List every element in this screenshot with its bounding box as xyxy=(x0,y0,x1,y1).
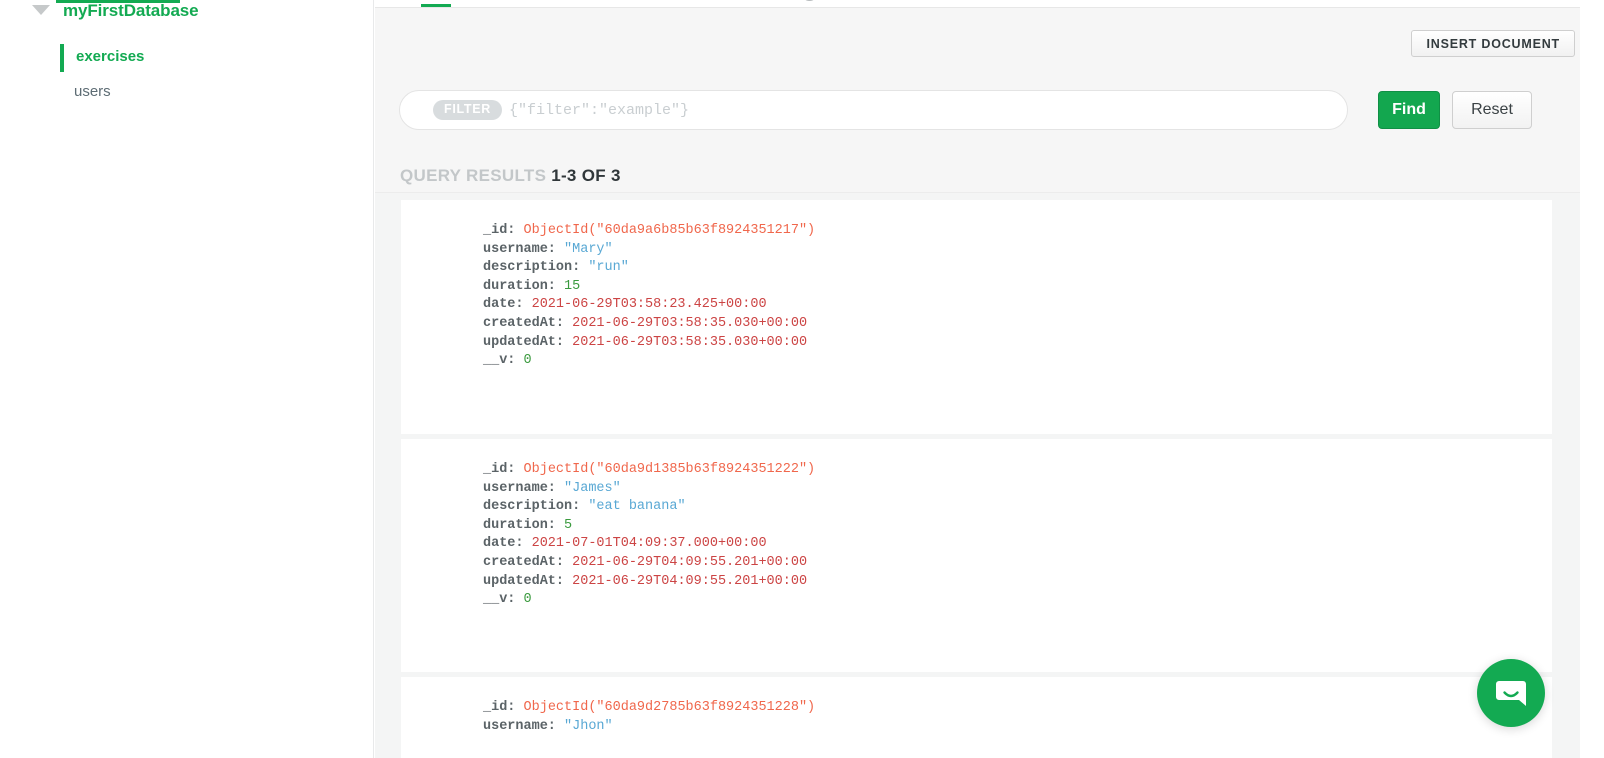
find-button[interactable]: Find xyxy=(1378,91,1440,129)
query-results-label: QUERY RESULTS xyxy=(400,166,547,185)
tab-schema-anti-patterns[interactable]: Schema Anti-Patterns0 xyxy=(647,0,818,7)
chat-bubble-icon xyxy=(1496,681,1526,706)
field-key: _id: xyxy=(483,462,524,477)
reset-button[interactable]: Reset xyxy=(1452,91,1532,129)
field-key: description: xyxy=(483,260,589,276)
query-results-header: QUERY RESULTS 1-3 OF 3 xyxy=(400,166,621,186)
field-key: updatedAt: xyxy=(483,334,573,350)
field-key: createdAt: xyxy=(483,554,573,570)
field-key: _id: xyxy=(483,223,524,238)
document-field: username: "Mary" xyxy=(483,241,1552,260)
document-field: username: "James" xyxy=(483,480,1552,499)
field-key: username: xyxy=(483,480,565,496)
document-card[interactable]: _id: ObjectId("60da9a6b85b63f8924351217"… xyxy=(401,200,1552,434)
field-key: createdAt: xyxy=(483,315,573,331)
field-key: username: xyxy=(483,241,565,257)
chevron-down-icon[interactable] xyxy=(32,5,50,15)
database-name: myFirstDatabase xyxy=(63,1,199,20)
field-key: date: xyxy=(483,297,532,313)
field-value: 0 xyxy=(523,592,532,608)
field-key: duration: xyxy=(483,517,565,533)
document-field: _id: ObjectId("60da9d2785b63f8924351228"… xyxy=(483,699,1552,718)
field-value: 2021-06-29T04:09:55.201+00:00 xyxy=(572,573,808,589)
field-value: 2021-07-01T04:09:37.000+00:00 xyxy=(531,536,767,552)
document-field: date: 2021-06-29T03:58:23.425+00:00 xyxy=(483,296,1552,315)
document-field: __v: 0 xyxy=(483,591,1552,610)
document-field: createdAt: 2021-06-29T03:58:35.030+00:00 xyxy=(483,315,1552,334)
document-field: createdAt: 2021-06-29T04:09:55.201+00:00 xyxy=(483,554,1552,573)
collection-tabs: Find Indexes Schema Anti-Patterns0 Aggre… xyxy=(375,0,1580,8)
field-value: "Jhon" xyxy=(564,718,613,734)
field-value: 5 xyxy=(564,517,573,533)
field-value: ObjectId("60da9a6b85b63f8924351217") xyxy=(523,223,816,238)
field-value: "run" xyxy=(588,260,629,276)
document-field: _id: ObjectId("60da9a6b85b63f8924351217"… xyxy=(483,222,1552,241)
field-value: 15 xyxy=(564,278,581,294)
query-results-count: 1-3 OF 3 xyxy=(551,166,621,185)
field-value: 2021-06-29T03:58:35.030+00:00 xyxy=(572,315,808,331)
query-bar-region: INSERT DOCUMENT FILTER Find Reset QUERY … xyxy=(375,8,1580,193)
document-field: duration: 15 xyxy=(483,278,1552,297)
data-explorer-page: myFirstDatabase exercises users Find Ind… xyxy=(0,0,1604,758)
database-row[interactable]: myFirstDatabase xyxy=(0,0,374,26)
sidebar-item-users[interactable]: users xyxy=(74,83,111,100)
documents-list[interactable]: _id: ObjectId("60da9a6b85b63f8924351217"… xyxy=(375,193,1580,758)
field-value: "eat banana" xyxy=(588,499,686,515)
support-chat-launcher[interactable] xyxy=(1477,659,1545,727)
field-value: ObjectId("60da9d2785b63f8924351228") xyxy=(523,700,816,715)
vertical-scrollbar[interactable] xyxy=(1580,0,1604,758)
field-key: username: xyxy=(483,718,565,734)
document-field: date: 2021-07-01T04:09:37.000+00:00 xyxy=(483,535,1552,554)
document-field: _id: ObjectId("60da9d1385b63f8924351222"… xyxy=(483,461,1552,480)
insert-document-button[interactable]: INSERT DOCUMENT xyxy=(1411,30,1575,57)
schema-anti-patterns-count-badge: 0 xyxy=(800,0,818,1)
field-key: __v: xyxy=(483,353,524,369)
tab-find[interactable]: Find xyxy=(421,0,451,7)
document-card[interactable]: _id: ObjectId("60da9d1385b63f8924351222"… xyxy=(401,439,1552,672)
document-field: duration: 5 xyxy=(483,517,1552,536)
field-key: duration: xyxy=(483,278,565,294)
filter-badge: FILTER xyxy=(433,100,503,120)
tab-search-indexes[interactable]: Search Indexes xyxy=(1061,0,1182,7)
collection-active-indicator xyxy=(60,44,64,72)
document-field: updatedAt: 2021-06-29T03:58:35.030+00:00 xyxy=(483,334,1552,353)
document-field: __v: 0 xyxy=(483,352,1552,371)
field-value: ObjectId("60da9d1385b63f8924351222") xyxy=(523,462,816,477)
tab-aggregation[interactable]: Aggregation xyxy=(902,0,985,7)
field-value: "James" xyxy=(564,480,621,496)
document-card[interactable]: _id: ObjectId("60da9d2785b63f8924351228"… xyxy=(401,677,1552,758)
document-field: description: "run" xyxy=(483,259,1552,278)
filter-bar[interactable]: FILTER xyxy=(399,90,1348,130)
field-key: _id: xyxy=(483,700,524,715)
field-key: __v: xyxy=(483,592,524,608)
field-value: 2021-06-29T03:58:23.425+00:00 xyxy=(531,297,767,313)
collections-sidebar: myFirstDatabase exercises users xyxy=(0,0,374,758)
document-field: username: "Jhon" xyxy=(483,718,1552,737)
tab-indexes[interactable]: Indexes xyxy=(523,0,576,7)
document-field: description: "eat banana" xyxy=(483,498,1552,517)
field-value: "Mary" xyxy=(564,241,613,257)
field-value: 2021-06-29T04:09:55.201+00:00 xyxy=(572,554,808,570)
field-key: date: xyxy=(483,536,532,552)
field-value: 2021-06-29T03:58:35.030+00:00 xyxy=(572,334,808,350)
field-key: updatedAt: xyxy=(483,573,573,589)
field-value: 0 xyxy=(523,353,532,369)
field-key: description: xyxy=(483,499,589,515)
main-panel: Find Indexes Schema Anti-Patterns0 Aggre… xyxy=(375,0,1604,758)
document-field: updatedAt: 2021-06-29T04:09:55.201+00:00 xyxy=(483,573,1552,592)
sidebar-item-exercises[interactable]: exercises xyxy=(76,48,144,65)
filter-input[interactable] xyxy=(509,101,1333,119)
